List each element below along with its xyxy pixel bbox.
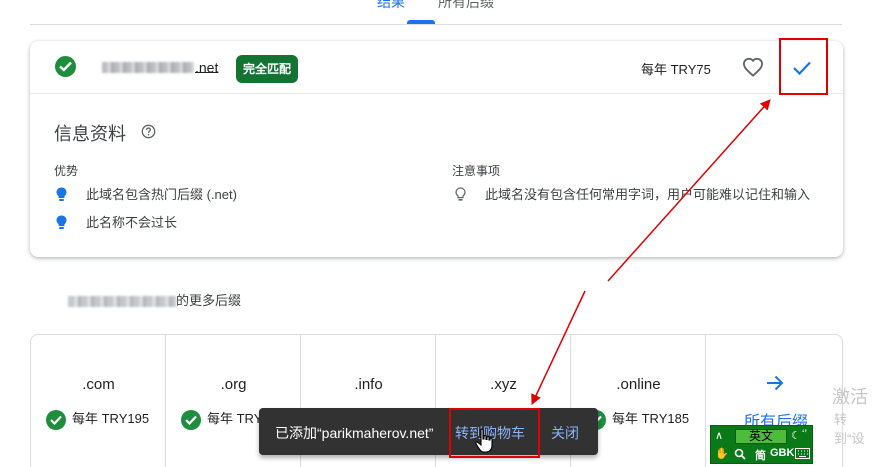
snackbar-message: 已添加“parikmaherov.net” (275, 425, 434, 441)
info-section-title: 信息资料 (54, 124, 126, 144)
available-check-icon (55, 56, 76, 77)
ime-encoding[interactable]: GBK (770, 447, 794, 459)
suffix-name: .online (616, 376, 661, 393)
hand-cursor-icon (475, 428, 493, 453)
note-item: 此域名没有包含任何常用字词，用户可能难以记住和输入 (485, 187, 811, 202)
suffix-name: .com (82, 376, 115, 393)
notes-title: 注意事项 (452, 164, 501, 178)
more-suffixes-title: 的更多后缀 (68, 290, 241, 309)
annotation-highlight-box (779, 38, 828, 95)
domain-result-card: .net 完全匹配 每年 TRY75 信息资料 优势 此域名包含热门后缀 (.n… (30, 41, 843, 257)
ime-toolbar[interactable]: ∧ 英文 ☾ ‘’ ✋ 简 GBK (710, 425, 813, 464)
suffix-name: .info (354, 376, 383, 393)
suffix-name: .org (220, 376, 247, 393)
arrow-right-icon[interactable] (766, 375, 784, 391)
ime-expand-icon[interactable]: ∧ (715, 429, 723, 442)
ime-punctuation-icon[interactable]: ‘’ (802, 428, 807, 440)
activation-watermark-text: 转到“设 (834, 412, 865, 446)
available-check-icon (181, 409, 201, 430)
available-check-icon (46, 409, 66, 430)
ime-language-mode[interactable]: 英文 (735, 429, 787, 444)
domain-search-page: 结果 所有后缀 .net 完全匹配 每年 TRY75 信息资料 优势 此域名包含… (0, 0, 874, 467)
blurred-domain-name (68, 296, 176, 308)
ime-simplified-toggle[interactable]: 简 (755, 447, 766, 463)
domain-name-link[interactable]: .net (102, 58, 218, 75)
suffix-price: 每年 TRY195 (46, 408, 149, 430)
blurred-domain-name (102, 61, 194, 73)
tab-results[interactable]: 结果 (377, 0, 405, 12)
suffix-price: 每年 TRY185 (586, 408, 689, 430)
tab-all-suffixes[interactable]: 所有后缀 (438, 0, 494, 12)
exact-match-badge: 完全匹配 (236, 55, 299, 83)
suffix-name: .xyz (490, 376, 517, 393)
favorite-heart-icon[interactable] (742, 57, 764, 77)
ime-hand-icon[interactable]: ✋ (715, 447, 729, 460)
added-to-cart-snackbar: 已添加“parikmaherov.net” 转到购物车 关闭 (259, 408, 598, 455)
close-snackbar-button[interactable]: 关闭 (551, 423, 579, 443)
active-tab-indicator (407, 20, 435, 24)
suffix-price: 每年 TRY (181, 408, 262, 430)
domain-price: 每年 TRY75 (641, 62, 711, 77)
advantage-item: 此域名包含热门后缀 (.net) (86, 187, 237, 202)
ime-moon-icon[interactable]: ☾ (791, 429, 801, 442)
lightbulb-icon (56, 187, 67, 201)
ime-search-icon[interactable] (734, 448, 746, 460)
lightbulb-outline-icon (455, 187, 466, 201)
ime-keyboard-icon[interactable] (795, 448, 810, 459)
domain-result-header: .net 完全匹配 每年 TRY75 (30, 41, 843, 94)
advantage-item: 此名称不会过长 (86, 215, 178, 230)
advantages-title: 优势 (54, 164, 79, 178)
result-tabs: 结果 所有后缀 (30, 0, 842, 25)
lightbulb-icon (56, 215, 67, 229)
help-icon[interactable] (141, 124, 156, 139)
suffix-option-com[interactable]: .com 每年 TRY195 (31, 335, 166, 467)
activation-watermark-title: 激活 (832, 387, 868, 407)
